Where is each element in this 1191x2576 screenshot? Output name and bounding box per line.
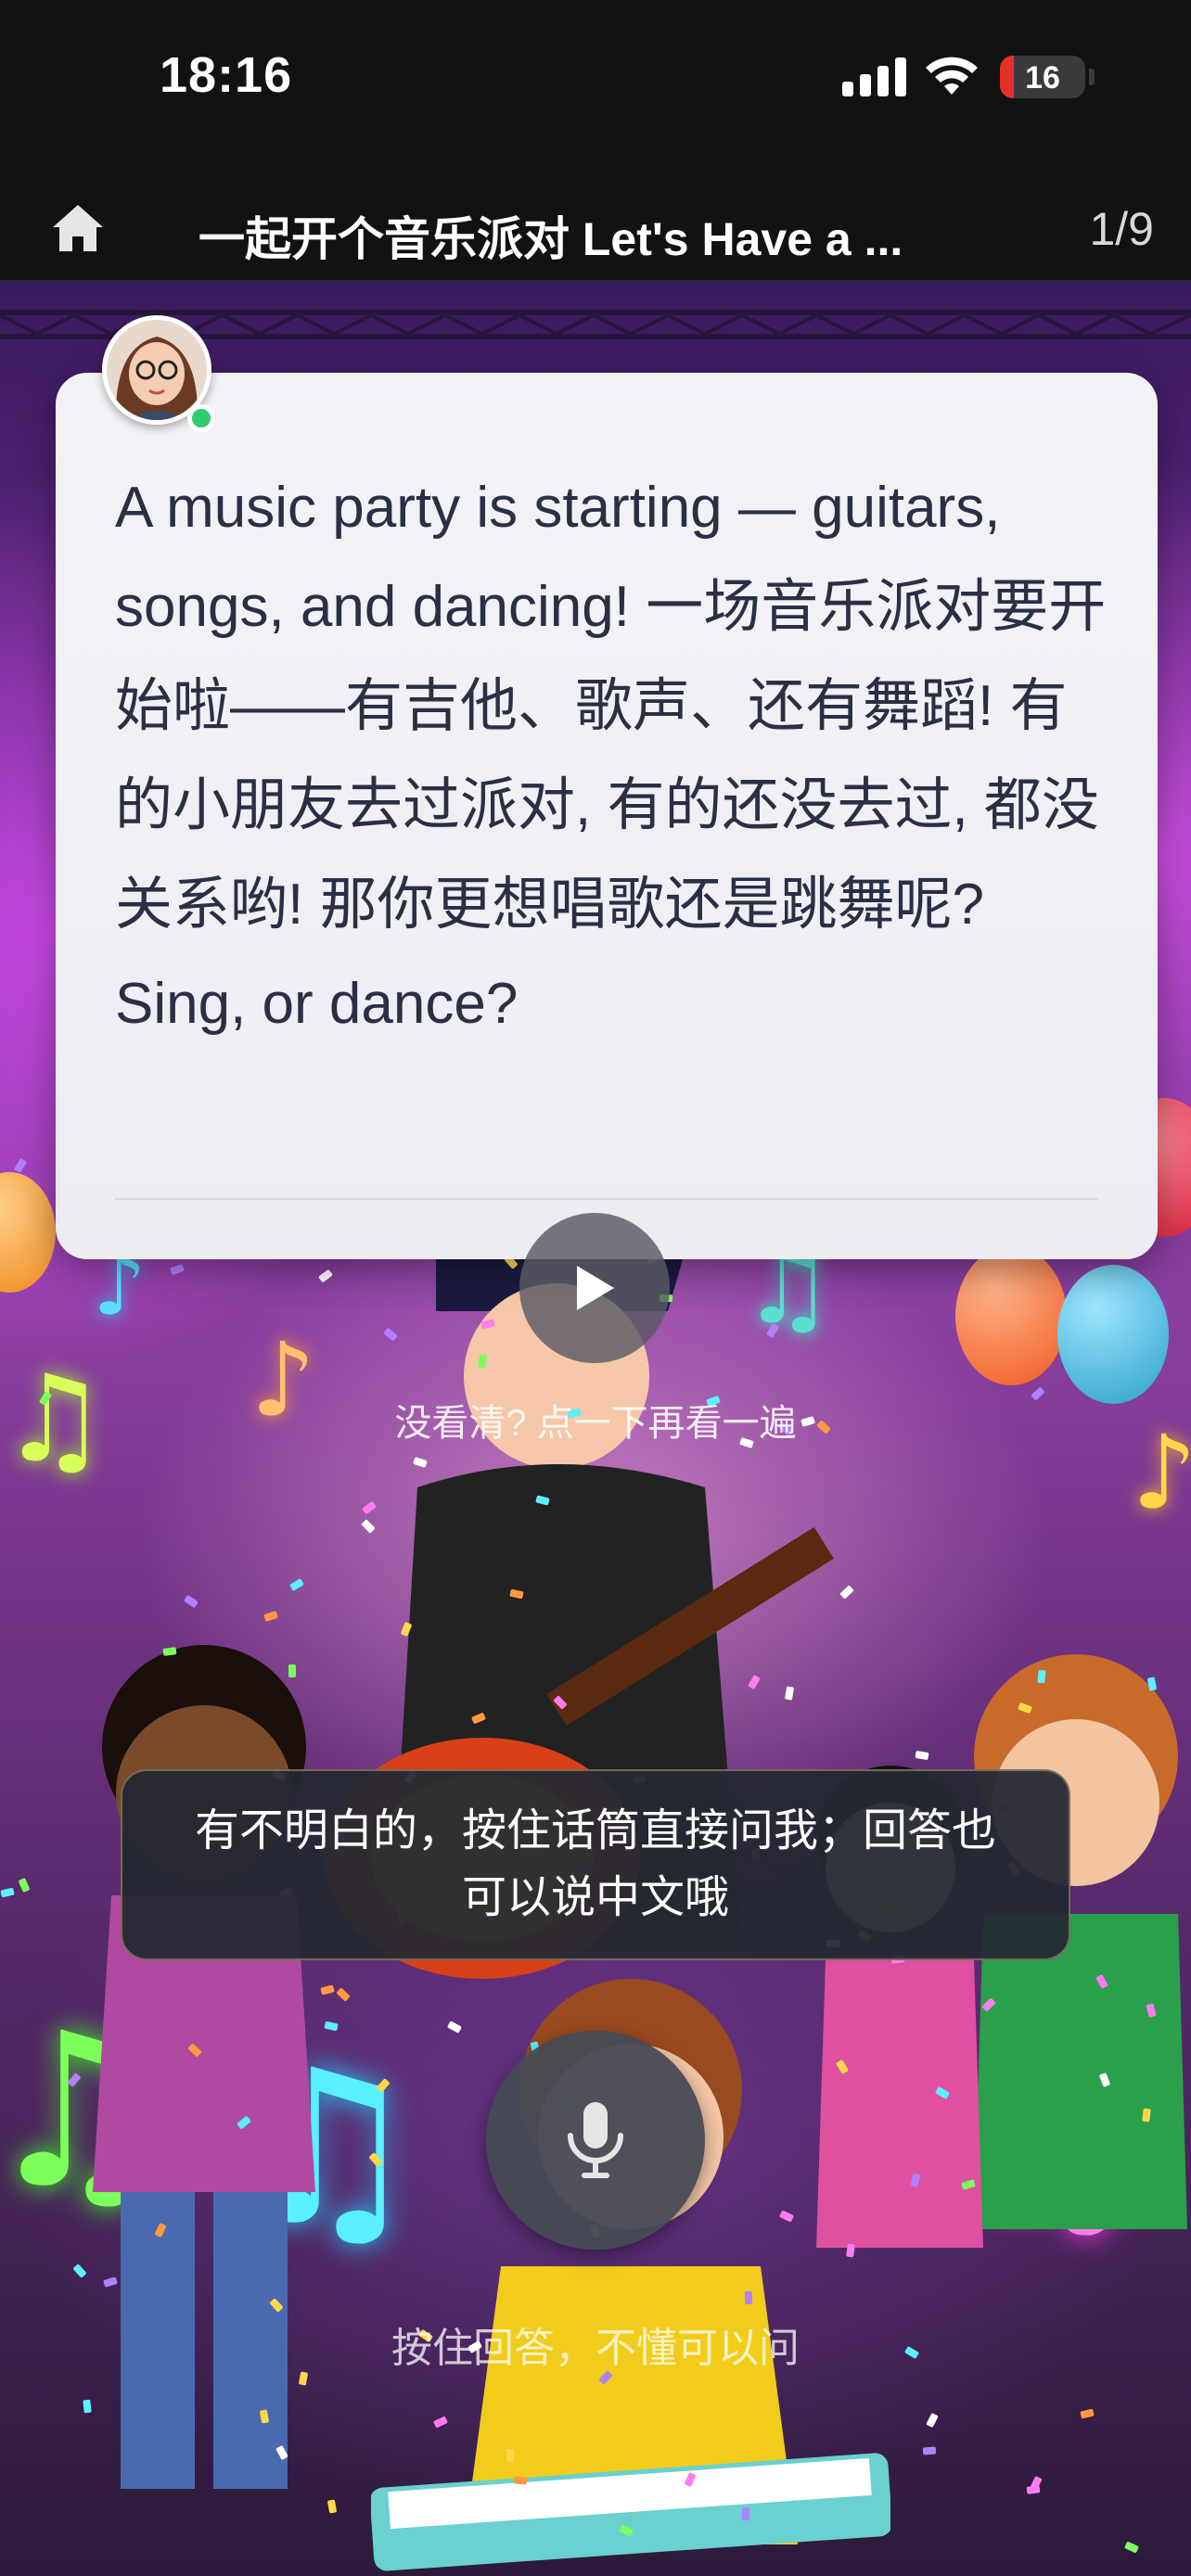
confetti	[513, 2476, 528, 2485]
nav-bar: 一起开个音乐派对 Let's Have a ... 1/9	[0, 176, 1191, 282]
play-icon	[577, 1266, 614, 1310]
confetti	[741, 2506, 750, 2521]
replay-hint: 没看清? 点一下再看一遍	[394, 1403, 797, 1444]
confetti	[1123, 2541, 1140, 2554]
confetti	[170, 1263, 185, 1276]
wifi-icon	[926, 57, 978, 95]
dancer-character	[93, 1645, 315, 2489]
confetti	[506, 2448, 515, 2463]
balloon	[955, 1246, 1067, 1385]
balloon	[0, 1172, 56, 1293]
home-icon	[53, 205, 103, 251]
balloon	[1057, 1265, 1169, 1404]
confetti	[18, 1877, 31, 1894]
confetti	[744, 2290, 753, 2305]
message-divider	[115, 1198, 1098, 1200]
confetti	[83, 2399, 92, 2414]
battery-icon: 16	[1000, 56, 1085, 98]
confetti	[183, 1594, 199, 1609]
battery-level: 16	[1025, 60, 1060, 96]
microphone-button[interactable]	[486, 2031, 705, 2250]
tip-box: 有不明白的，按住话筒直接问我；回答也可以说中文哦	[121, 1769, 1070, 1960]
signal-icon	[842, 57, 907, 96]
home-button[interactable]	[43, 193, 113, 263]
confetti	[0, 1887, 15, 1898]
tip-text: 有不明白的，按住话筒直接问我；回答也可以说中文哦	[194, 1806, 996, 1922]
battery-cap	[1089, 69, 1095, 85]
replay-button[interactable]	[519, 1213, 670, 1363]
confetti	[288, 1664, 297, 1678]
message-text: A music party is starting — guitars, son…	[115, 476, 1107, 1036]
confetti	[13, 1157, 28, 1174]
confetti	[1037, 1669, 1046, 1684]
mic-hint: 按住回答，不懂可以问	[391, 2326, 800, 2371]
confetti	[1142, 2108, 1151, 2123]
lesson-title: 一起开个音乐派对 Let's Have a ...	[198, 213, 903, 265]
status-bar: 18:16 16	[0, 0, 1191, 176]
status-time: 18:16	[160, 47, 293, 103]
confetti	[922, 2446, 937, 2455]
message-card: A music party is starting — guitars, son…	[56, 373, 1158, 1259]
microphone-icon	[568, 2102, 623, 2178]
page-counter: 1/9	[1089, 203, 1154, 255]
confetti	[162, 1647, 177, 1656]
confetti	[288, 1577, 305, 1592]
online-status-dot	[187, 404, 215, 432]
